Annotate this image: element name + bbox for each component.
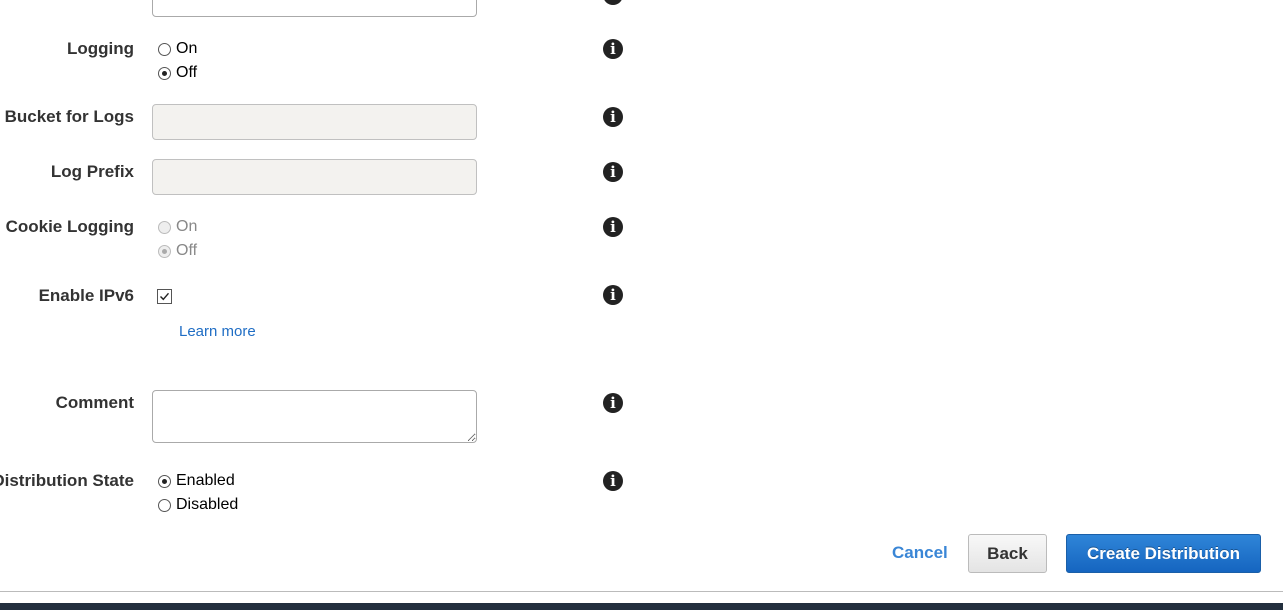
info-icon[interactable]: i: [603, 107, 623, 127]
radio-label: On: [176, 218, 198, 235]
enable-ipv6-checkbox[interactable]: [157, 289, 172, 304]
distribution-disabled-radio[interactable]: Disabled: [158, 494, 238, 516]
radio-button[interactable]: [158, 66, 171, 80]
radio-label: Disabled: [176, 496, 239, 513]
info-icon[interactable]: i: [603, 0, 623, 5]
info-icon[interactable]: i: [603, 285, 623, 305]
info-icon[interactable]: i: [603, 162, 623, 182]
cancel-button[interactable]: Cancel: [892, 543, 948, 563]
radio-button[interactable]: [158, 498, 171, 512]
bucket-for-logs-input[interactable]: [152, 104, 477, 140]
log-prefix-label: Log Prefix: [50, 162, 134, 181]
logging-on-radio[interactable]: On: [158, 38, 197, 60]
info-icon[interactable]: i: [603, 217, 623, 237]
divider: [0, 591, 1283, 592]
info-icon[interactable]: i: [603, 393, 623, 413]
bucket-for-logs-label: Bucket for Logs: [4, 107, 134, 126]
enable-ipv6-label: Enable IPv6: [38, 286, 134, 305]
distribution-enabled-radio[interactable]: Enabled: [158, 470, 235, 492]
logging-off-radio[interactable]: Off: [158, 62, 197, 84]
distribution-state-label: Distribution State: [0, 471, 134, 490]
logging-label: Logging: [66, 39, 134, 58]
info-icon[interactable]: i: [603, 39, 623, 59]
cookie-logging-off-radio[interactable]: Off: [158, 240, 197, 262]
radio-label: Enabled: [176, 472, 235, 489]
radio-label: Off: [176, 64, 198, 81]
footer-bar: [0, 603, 1283, 610]
radio-button[interactable]: [158, 244, 171, 258]
create-distribution-button[interactable]: Create Distribution: [1066, 534, 1261, 573]
log-prefix-input[interactable]: [152, 159, 477, 195]
cookie-logging-label: Cookie Logging: [5, 217, 134, 236]
comment-textarea[interactable]: [152, 390, 477, 443]
learn-more-link[interactable]: Learn more: [179, 323, 256, 340]
info-icon[interactable]: i: [603, 471, 623, 491]
radio-button[interactable]: [158, 220, 171, 234]
radio-button[interactable]: [158, 474, 171, 488]
radio-button[interactable]: [158, 42, 171, 56]
cookie-logging-on-radio[interactable]: On: [158, 216, 197, 238]
checkmark-icon: [160, 292, 170, 301]
previous-field-input[interactable]: [152, 0, 477, 17]
radio-label: Off: [176, 242, 198, 259]
back-button[interactable]: Back: [968, 534, 1047, 573]
radio-label: On: [176, 40, 198, 57]
comment-label: Comment: [55, 393, 134, 412]
